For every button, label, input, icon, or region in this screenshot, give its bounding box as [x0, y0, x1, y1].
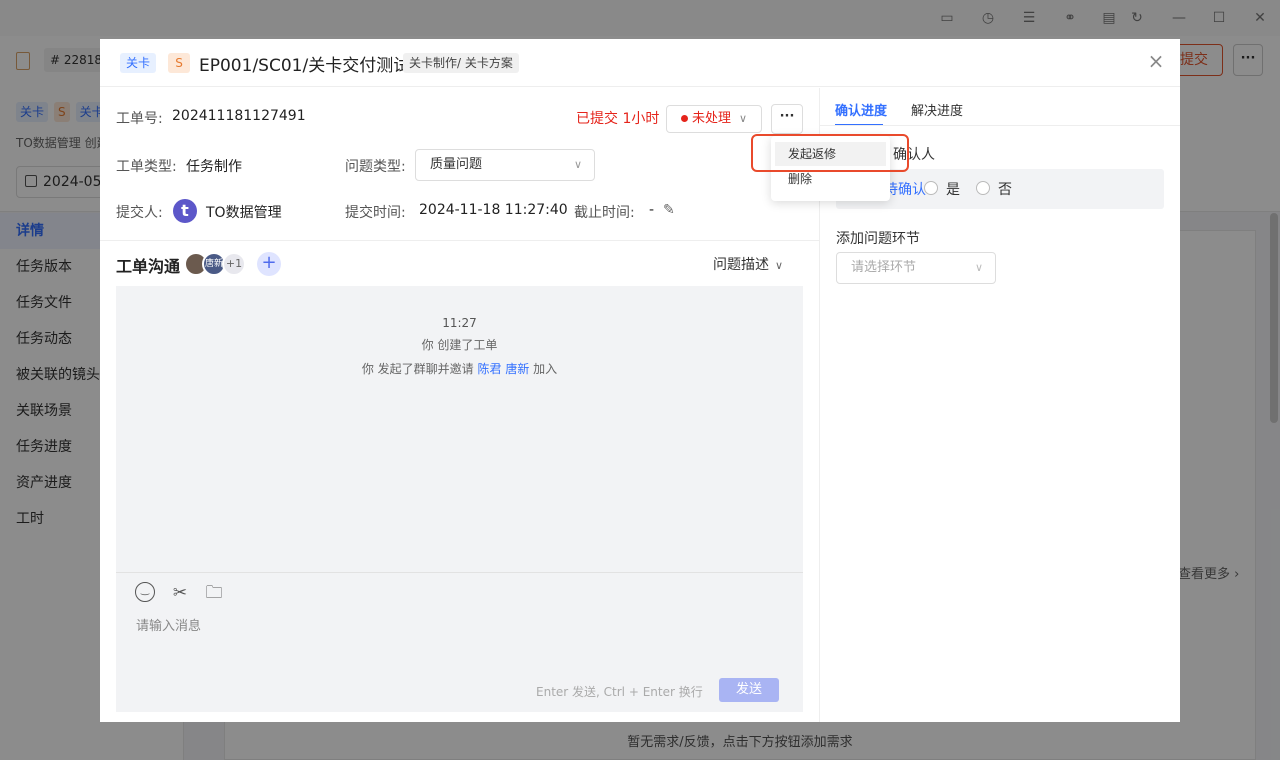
order-number-label: 工单号:	[116, 111, 163, 127]
submitter-name: TO数据管理	[206, 205, 282, 221]
mention-chen-jun[interactable]: 陈君	[477, 362, 501, 376]
system-message: 你 发起了群聊并邀请 陈君 唐新 加入	[116, 360, 803, 377]
radio-no[interactable]	[976, 181, 990, 195]
submitter-avatar: t	[173, 199, 197, 223]
issue-type-select[interactable]: 质量问题 ∨	[415, 149, 595, 181]
stage-select-placeholder: 请选择环节	[851, 260, 917, 275]
tag-level: 关卡	[120, 53, 157, 73]
order-type-value: 任务制作	[186, 159, 242, 175]
tab-confirm-progress[interactable]: 确认进度	[835, 100, 887, 119]
radio-yes[interactable]	[924, 181, 938, 195]
system-message-text: 你 发起了群聊并邀请	[361, 362, 474, 376]
pending-confirm: 待确认	[884, 182, 926, 198]
order-number-value: 202411181127491	[172, 108, 306, 124]
add-member-button[interactable]: +	[257, 252, 281, 276]
tag-grade: S	[168, 53, 190, 73]
section-divider	[100, 240, 819, 241]
deadline-value: -	[649, 202, 655, 218]
work-order-modal: 关卡 S EP001/SC01/关卡交付测试 关卡制作/ 关卡方案 × 工单号:…	[100, 39, 1180, 722]
chevron-down-icon: ∨	[573, 158, 582, 171]
member-count-badge[interactable]: +1	[222, 252, 246, 276]
chevron-down-icon: ∨	[775, 259, 784, 272]
submitted-ago: 已提交 1小时	[576, 111, 660, 127]
status-value: 未处理	[692, 111, 732, 126]
more-actions-button[interactable]: ···	[771, 104, 803, 134]
send-button[interactable]: 发送	[719, 678, 779, 702]
message-time: 11:27	[442, 316, 477, 330]
status-select[interactable]: 未处理 ∨	[666, 105, 762, 133]
order-type-label: 工单类型:	[116, 159, 177, 175]
message-input[interactable]: 请输入消息	[136, 615, 201, 634]
order-details: 工单号: 202411181127491 已提交 1小时 未处理 ∨ ··· 工…	[100, 88, 819, 722]
issue-description-label: 问题描述	[713, 257, 769, 273]
scissors-icon[interactable]: ✂	[169, 582, 191, 604]
chat-messages[interactable]: 11:27 你 创建了工单 你 发起了群聊并邀请 陈君 唐新 加入	[116, 286, 803, 572]
submit-time-value: 2024-11-18 11:27:40	[419, 202, 568, 218]
chevron-down-icon: ∨	[974, 261, 983, 274]
system-message-text: 加入	[533, 362, 558, 376]
tab-border	[820, 125, 1180, 126]
tab-resolve-progress[interactable]: 解决进度	[911, 100, 963, 119]
radio-no-label[interactable]: 否	[998, 179, 1012, 199]
modal-header: 关卡 S EP001/SC01/关卡交付测试 关卡制作/ 关卡方案 ×	[100, 39, 1180, 87]
issue-type-value: 质量问题	[430, 157, 483, 172]
chat-title: 工单沟通	[116, 257, 181, 276]
deadline-label: 截止时间:	[574, 205, 635, 221]
issue-description-toggle[interactable]: 问题描述 ∨	[713, 254, 783, 274]
emoji-icon[interactable]: ‿	[135, 582, 155, 602]
highlight-box	[751, 134, 909, 172]
radio-yes-label[interactable]: 是	[946, 179, 960, 199]
issue-type-label: 问题类型:	[345, 159, 406, 175]
status-dot	[681, 115, 688, 122]
close-icon[interactable]: ×	[1146, 51, 1166, 71]
folder-icon[interactable]: 🗀	[203, 582, 225, 604]
mention-tang-xin[interactable]: 唐新	[505, 362, 529, 376]
message-composer: ‿ ✂ 🗀 请输入消息 Enter 发送, Ctrl + Enter 换行 发送	[116, 572, 803, 712]
send-hint: Enter 发送, Ctrl + Enter 换行	[536, 685, 703, 699]
edit-icon[interactable]: ✎	[663, 202, 675, 218]
chevron-down-icon: ∨	[738, 112, 747, 125]
submit-time-label: 提交时间:	[345, 205, 406, 221]
category-path-tag: 关卡制作/ 关卡方案	[403, 53, 519, 73]
add-stage-label: 添加问题环节	[836, 231, 920, 247]
system-message: 你 创建了工单	[421, 338, 498, 352]
modal-title: EP001/SC01/关卡交付测试	[199, 56, 411, 76]
submitter-label: 提交人:	[116, 205, 163, 221]
stage-select[interactable]: 请选择环节 ∨	[836, 252, 996, 284]
